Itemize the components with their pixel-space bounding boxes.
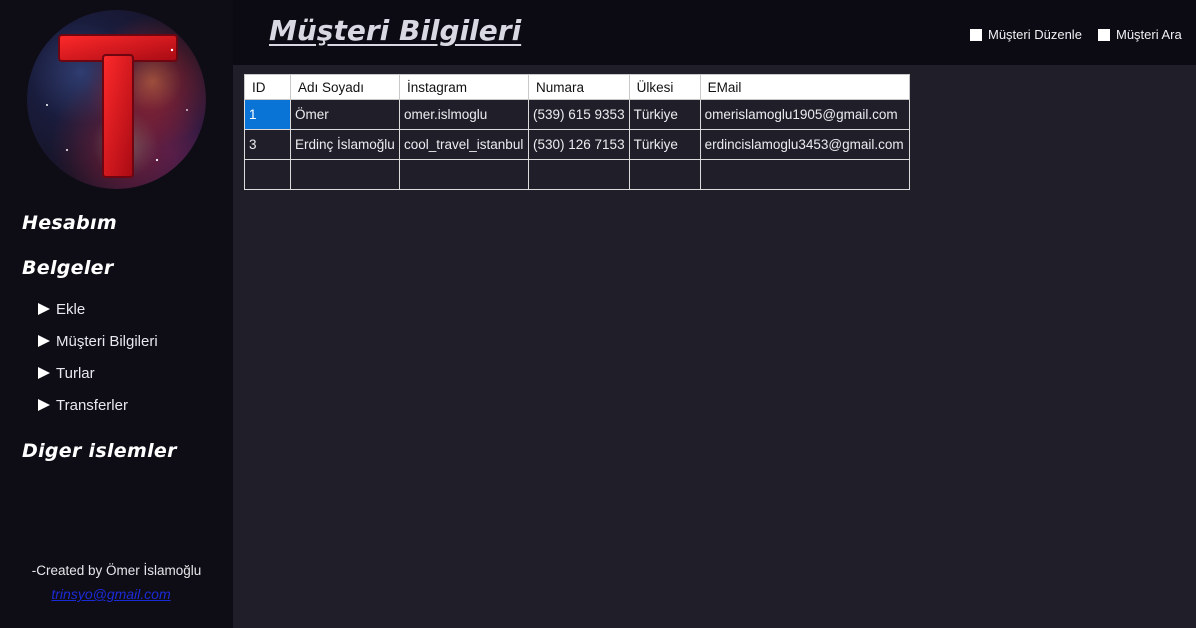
- customer-table[interactable]: ID Adı Soyadı İnstagram Numara Ülkesi EM…: [244, 74, 910, 190]
- cell-phone[interactable]: (539) 615 9353: [528, 99, 630, 130]
- table-row[interactable]: 1 Ömer omer.islmoglu (539) 615 9353 Türk…: [244, 99, 910, 130]
- table-new-row[interactable]: [244, 159, 910, 190]
- cell-phone[interactable]: (530) 126 7153: [528, 129, 630, 160]
- nav-item-turlar[interactable]: Turlar: [38, 363, 95, 383]
- cell-instagram[interactable]: [399, 159, 529, 190]
- search-customer-checkbox[interactable]: Müşteri Ara: [1098, 27, 1182, 42]
- cell-email[interactable]: erdincislamoglu3453@gmail.com: [699, 129, 910, 160]
- nav-item-label: Turlar: [56, 364, 95, 382]
- nav-item-label: Transferler: [56, 396, 128, 414]
- column-header-email[interactable]: EMail: [699, 74, 910, 100]
- checkbox-box[interactable]: [970, 28, 982, 41]
- edit-customer-checkbox[interactable]: Müşteri Düzenle: [970, 27, 1082, 42]
- checkbox-label: Müşteri Ara: [1116, 27, 1182, 42]
- contact-email-link[interactable]: trinsyo@gmail.com: [0, 586, 222, 602]
- logo-letter-t-icon: [46, 34, 188, 178]
- cell-country[interactable]: [628, 159, 701, 190]
- play-arrow-icon: [38, 303, 50, 315]
- table-header-row: ID Adı Soyadı İnstagram Numara Ülkesi EM…: [244, 74, 910, 100]
- cell-instagram[interactable]: cool_travel_istanbul: [399, 129, 529, 160]
- nav-item-musteri-bilgileri[interactable]: Müşteri Bilgileri: [38, 331, 158, 351]
- column-header-phone[interactable]: Numara: [528, 74, 630, 100]
- credit-text: -Created by Ömer İslamoğlu: [31, 563, 202, 578]
- cell-name[interactable]: Ömer: [290, 99, 400, 130]
- checkbox-label: Müşteri Düzenle: [988, 27, 1082, 42]
- cell-id[interactable]: 3: [244, 129, 291, 160]
- cell-id[interactable]: 1: [244, 99, 291, 130]
- play-arrow-icon: [38, 367, 50, 379]
- nav-item-label: Ekle: [56, 300, 86, 318]
- cell-name[interactable]: [290, 159, 400, 190]
- cell-phone[interactable]: [528, 159, 630, 190]
- cell-country[interactable]: Türkiye: [628, 99, 701, 130]
- nav-item-ekle[interactable]: Ekle: [38, 299, 85, 319]
- column-header-name[interactable]: Adı Soyadı: [290, 74, 400, 100]
- play-arrow-icon: [38, 399, 50, 411]
- cell-instagram[interactable]: omer.islmoglu: [399, 99, 529, 130]
- column-header-instagram[interactable]: İnstagram: [399, 74, 529, 100]
- nav-section-diger-islemler[interactable]: Diger islemler: [22, 440, 177, 462]
- page-title: Müşteri Bilgileri: [269, 14, 522, 47]
- nav-section-belgeler[interactable]: Belgeler: [22, 257, 114, 279]
- cell-email[interactable]: [699, 159, 910, 190]
- nav-section-hesabim[interactable]: Hesabım: [22, 212, 117, 234]
- column-header-id[interactable]: ID: [244, 74, 291, 100]
- cell-email[interactable]: omerislamoglu1905@gmail.com: [699, 99, 910, 130]
- sidebar: Hesabım Belgeler Ekle Müşteri Bilgileri …: [0, 0, 233, 628]
- nav-item-label: Müşteri Bilgileri: [56, 332, 158, 350]
- cell-id[interactable]: [244, 159, 291, 190]
- play-arrow-icon: [38, 335, 50, 347]
- logo-image: [27, 10, 206, 189]
- checkbox-box[interactable]: [1098, 28, 1110, 41]
- cell-name[interactable]: Erdinç İslamoğlu: [290, 129, 400, 160]
- nav-item-transferler[interactable]: Transferler: [38, 395, 128, 415]
- table-row[interactable]: 3 Erdinç İslamoğlu cool_travel_istanbul …: [244, 129, 910, 160]
- column-header-country[interactable]: Ülkesi: [628, 74, 701, 100]
- cell-country[interactable]: Türkiye: [628, 129, 701, 160]
